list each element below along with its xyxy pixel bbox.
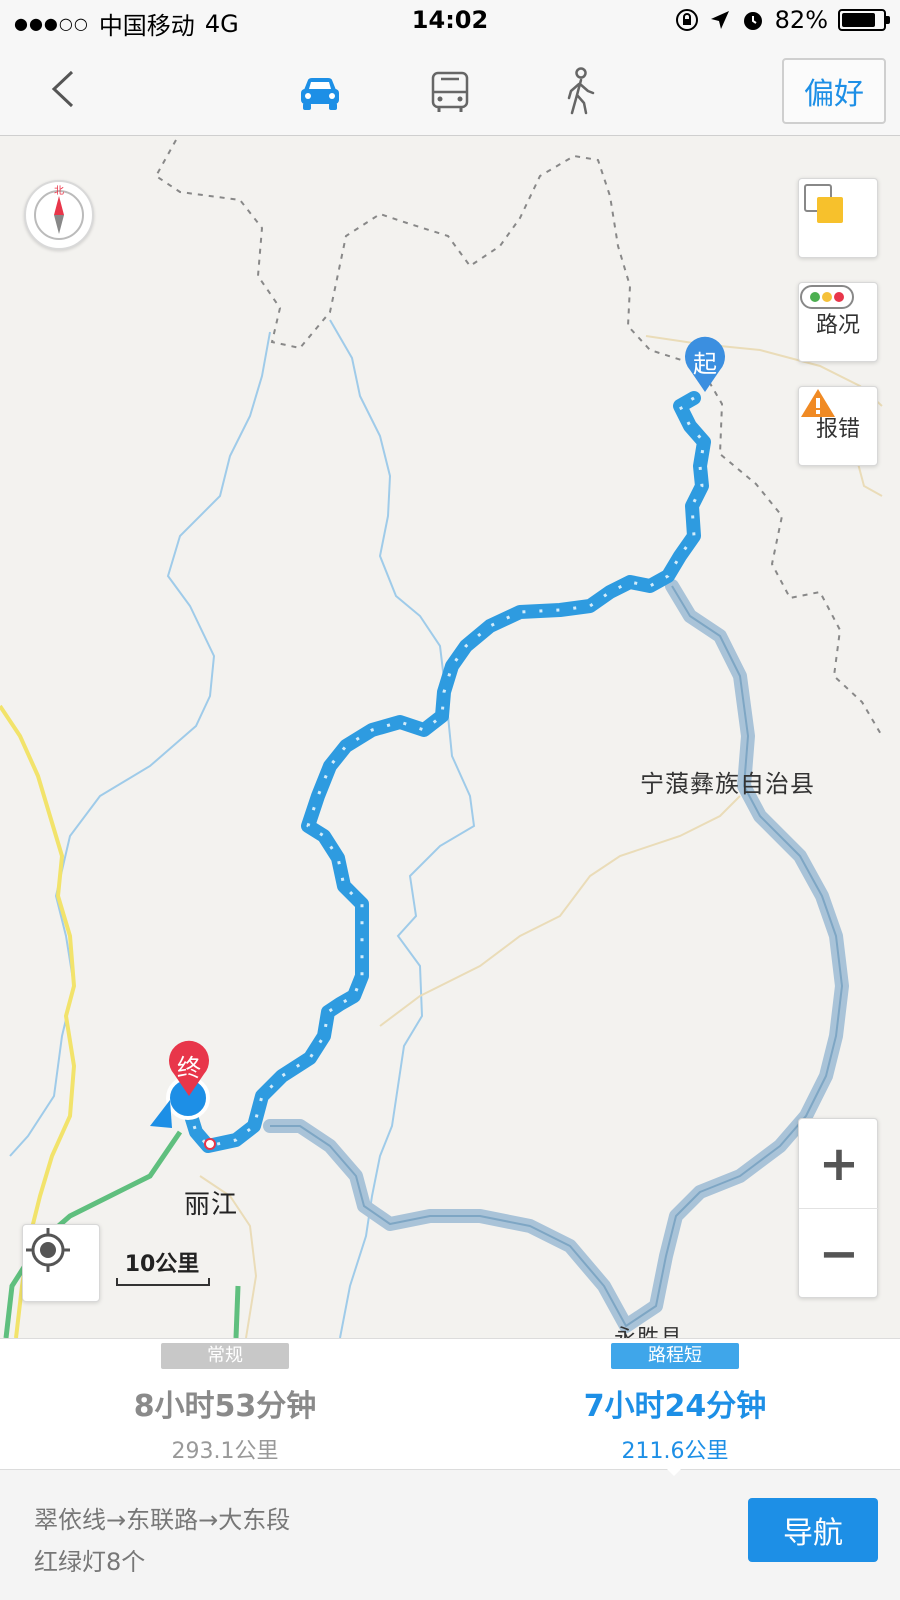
- layers-button[interactable]: [798, 178, 878, 258]
- route-tag: 路程短: [611, 1343, 739, 1369]
- end-marker[interactable]: 终: [166, 1040, 212, 1098]
- river: [9, 331, 271, 1157]
- scale-ruler: [116, 1278, 210, 1286]
- warning-icon: [801, 389, 835, 417]
- compass-button[interactable]: 北: [24, 180, 94, 250]
- map-app-screen: ●●●○○ 中国移动 4G 14:02 82% 偏好 北 路况 报错 宁蒗彝族自…: [0, 0, 900, 1600]
- locate-me-button[interactable]: [22, 1224, 100, 1302]
- battery-level: [842, 13, 876, 27]
- preference-button[interactable]: 偏好: [782, 58, 886, 124]
- compass-icon: 北: [34, 185, 84, 240]
- highway: [233, 1285, 241, 1338]
- scale-bar: 10公里: [112, 1246, 212, 1286]
- car-icon: [301, 78, 339, 110]
- zoom-controls: + −: [798, 1118, 879, 1299]
- route-duration: 7小时24分钟: [583, 1389, 767, 1424]
- route-options-panel: 常规 8小时53分钟 293.1公里 路程短 7小时24分钟 211.6公里: [0, 1338, 900, 1470]
- navigation-bar: 偏好: [0, 44, 900, 136]
- minor-road: [379, 795, 741, 1027]
- battery-icon: [838, 9, 890, 31]
- layers-icon: [804, 184, 843, 223]
- route-option-shortest[interactable]: 路程短 7小时24分钟 211.6公里: [450, 1339, 900, 1471]
- start-marker-label: 起: [693, 350, 717, 378]
- map-view[interactable]: 北 路况 报错 宁蒗彝族自治县 丽江 永胜县 起 终 + −: [0, 136, 900, 1338]
- walk-icon: [567, 67, 595, 115]
- status-bar: ●●●○○ 中国移动 4G 14:02 82%: [0, 0, 900, 44]
- route-distance: 211.6公里: [621, 1439, 729, 1464]
- traffic-button[interactable]: 路况: [798, 282, 878, 362]
- county-label: 宁蒗彝族自治县: [640, 770, 815, 798]
- road-summary: 翠依线→东联路→大东段: [34, 1506, 291, 1534]
- rotation-lock-icon: [675, 9, 698, 31]
- heading-arrow: [150, 1100, 172, 1128]
- car-mode-tab[interactable]: [290, 64, 350, 120]
- traffic-light-count: 红绿灯8个: [34, 1548, 146, 1576]
- county-label-bottom: 永胜县: [614, 1320, 683, 1338]
- bus-icon: [431, 71, 469, 112]
- navigate-button[interactable]: 导航: [748, 1498, 878, 1562]
- traffic-label: 路况: [815, 313, 860, 338]
- location-arrow-icon: [710, 11, 729, 29]
- walk-mode-tab[interactable]: [550, 64, 610, 120]
- selected-route-edge: [186, 396, 706, 1148]
- battery-percent: 82%: [774, 6, 828, 34]
- selected-route-pointer: [662, 1464, 686, 1476]
- route-distance: 293.1公里: [171, 1439, 279, 1464]
- selected-route: [181, 391, 711, 1153]
- end-marker-label: 终: [177, 1054, 201, 1082]
- scale-label: 10公里: [124, 1252, 200, 1277]
- city-point: [204, 1138, 216, 1150]
- compass-north-label: 北: [54, 185, 64, 197]
- traffic-light-icon: [800, 285, 854, 309]
- map-canvas: [0, 139, 883, 1338]
- back-icon[interactable]: [40, 64, 90, 114]
- route-duration: 8小时53分钟: [133, 1389, 317, 1424]
- zoom-out-button[interactable]: −: [799, 1209, 879, 1299]
- zoom-in-button[interactable]: +: [799, 1119, 879, 1209]
- bus-mode-tab[interactable]: [420, 64, 480, 120]
- route-tag: 常规: [161, 1343, 289, 1369]
- city-label: 丽江: [184, 1190, 239, 1220]
- route-summary-bar: 翠依线→东联路→大东段 红绿灯8个 导航: [0, 1470, 900, 1600]
- start-marker[interactable]: 起: [682, 336, 728, 394]
- alarm-icon: [743, 12, 762, 30]
- report-error-button[interactable]: 报错: [798, 386, 878, 466]
- route-option-regular[interactable]: 常规 8小时53分钟 293.1公里: [0, 1339, 450, 1471]
- province-boundary: [154, 139, 883, 737]
- locate-icon: [26, 1228, 70, 1272]
